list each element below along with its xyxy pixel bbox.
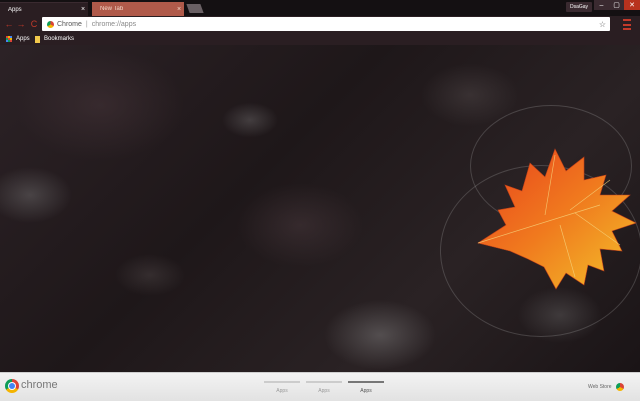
omnibox-separator: | (85, 20, 88, 28)
reload-icon[interactable]: C (28, 18, 40, 30)
profile-button[interactable]: DsaGay (566, 2, 592, 12)
web-store-label: Web Store (588, 384, 612, 390)
maximize-icon[interactable]: ▢ (609, 0, 624, 10)
page-label: Apps (360, 388, 372, 394)
page-label: Apps (276, 388, 288, 394)
web-store-link[interactable]: Web Store (588, 383, 624, 391)
page-indicator-1[interactable]: Apps (264, 381, 300, 394)
tab-new-tab[interactable]: New Tab × (92, 2, 184, 16)
tab-label: Apps (8, 6, 22, 13)
chrome-wordmark: chrome (21, 379, 58, 391)
toolbar: ← → C Chrome | chrome://apps ☆ (0, 16, 640, 33)
page-indicator-3[interactable]: Apps (348, 381, 384, 394)
tab-apps[interactable]: Apps × (0, 2, 88, 16)
apps-footer: chrome Apps Apps Apps Web Store (0, 372, 640, 401)
close-icon[interactable]: × (78, 6, 88, 13)
bookmark-apps[interactable]: Apps (6, 34, 30, 44)
page-indicator-2[interactable]: Apps (306, 381, 342, 394)
chrome-logo-icon (5, 379, 19, 393)
tab-strip: Apps × New Tab × DsaGay – ▢ ✕ (0, 0, 640, 16)
minimize-icon[interactable]: – (594, 0, 609, 10)
new-tab-button[interactable] (186, 4, 204, 13)
bookmarks-bar: Apps Bookmarks (0, 33, 640, 45)
menu-icon[interactable] (620, 19, 634, 30)
close-icon[interactable]: × (174, 6, 184, 13)
folder-icon (35, 35, 40, 43)
bookmark-label: Bookmarks (44, 36, 75, 42)
apps-background (0, 45, 640, 372)
forward-icon[interactable]: → (15, 18, 27, 30)
bookmark-star-icon[interactable]: ☆ (599, 20, 606, 29)
omnibox[interactable]: Chrome | chrome://apps ☆ (42, 17, 610, 31)
web-store-icon (615, 383, 624, 391)
apps-grid-icon (6, 36, 12, 42)
bookmark-bookmarks[interactable]: Bookmarks (35, 34, 74, 44)
omnibox-scheme: Chrome (57, 20, 82, 28)
omnibox-url[interactable]: chrome://apps (92, 21, 136, 28)
tab-label: New Tab (100, 6, 124, 12)
page-label: Apps (318, 388, 330, 394)
back-icon[interactable]: ← (3, 18, 15, 30)
maple-leaf-image (477, 148, 637, 290)
chrome-page-icon (47, 20, 54, 28)
window-close-icon[interactable]: ✕ (624, 0, 640, 10)
bookmark-label: Apps (16, 36, 30, 42)
